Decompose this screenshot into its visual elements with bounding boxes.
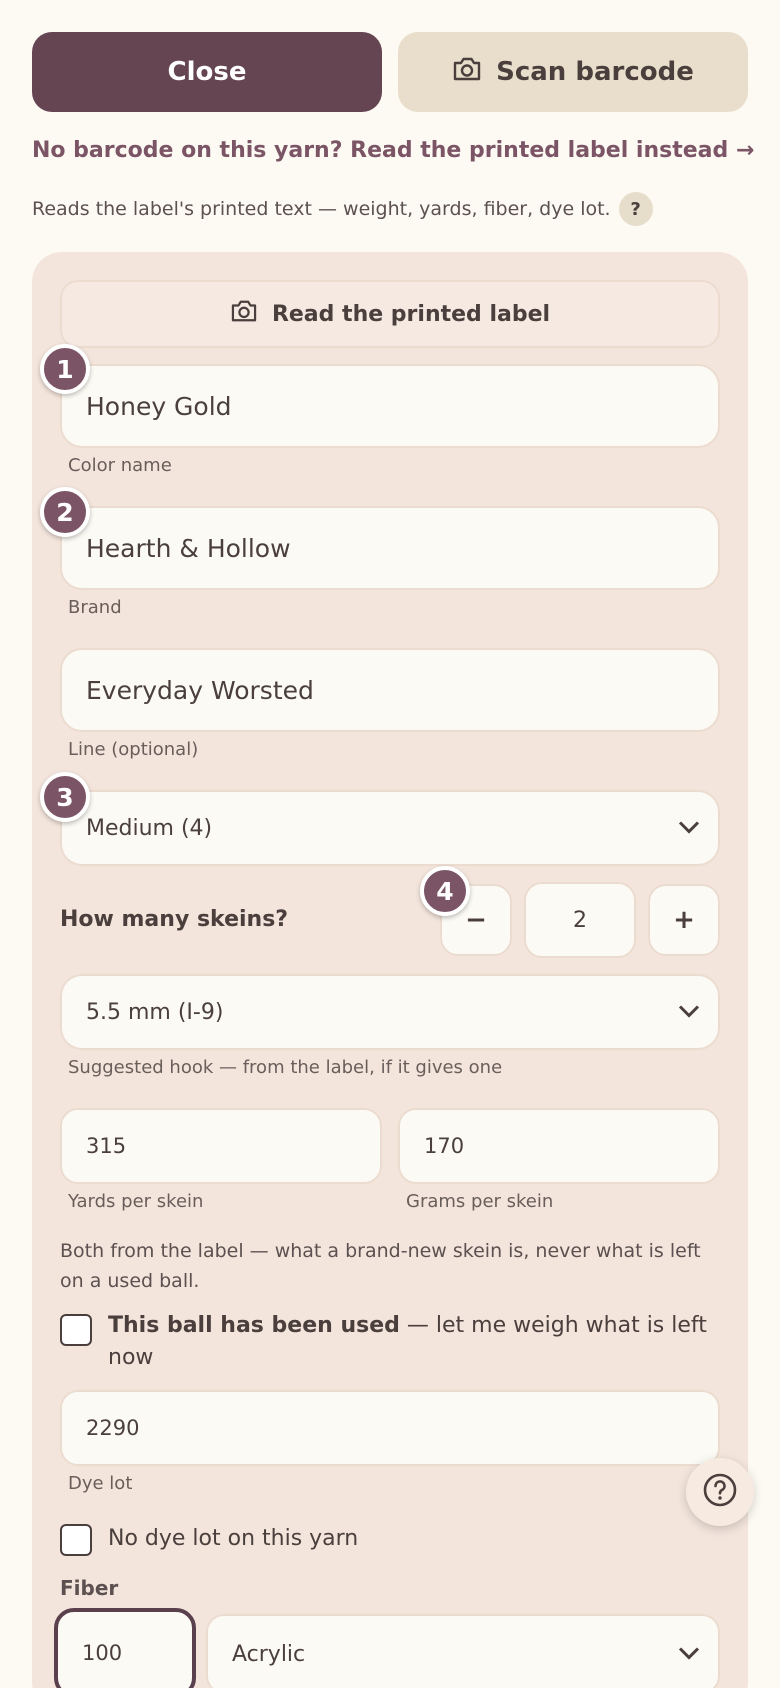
color-name-input[interactable]: Honey Gold (60, 364, 720, 448)
skein-note: Both from the label — what a brand-new s… (60, 1240, 701, 1292)
step-badge-3: 3 (40, 772, 90, 822)
read-label-instead-link[interactable]: No barcode on this yarn? Read the printe… (32, 138, 754, 163)
help-circle-icon (702, 1472, 738, 1512)
hook-caption: Suggested hook — from the label, if it g… (68, 1057, 503, 1078)
skeins-count-input[interactable]: 2 (524, 882, 636, 958)
fiber-percent-input[interactable]: 100 (54, 1608, 196, 1688)
brand-caption: Brand (68, 597, 122, 618)
brand-input[interactable]: Hearth & Hollow (60, 506, 720, 590)
skeins-increment-button[interactable]: + (648, 884, 720, 956)
label-reader-helper: Reads the label's printed text — weight,… (32, 192, 653, 226)
camera-icon (230, 299, 258, 329)
scan-barcode-button[interactable]: Scan barcode (398, 32, 748, 112)
fiber-label: Fiber (60, 1576, 119, 1600)
color-name-caption: Color name (68, 455, 172, 476)
floating-help-button[interactable] (686, 1458, 754, 1526)
dye-lot-caption: Dye lot (68, 1473, 133, 1494)
yards-input[interactable]: 315 (60, 1108, 382, 1184)
close-button[interactable]: Close (32, 32, 382, 112)
no-dye-lot-checkbox[interactable] (60, 1524, 92, 1556)
dye-lot-input[interactable]: 2290 (60, 1390, 720, 1466)
used-ball-label: This ball has been used — let me weigh w… (108, 1313, 707, 1370)
weight-select[interactable]: Medium (4) (60, 790, 720, 866)
help-icon[interactable]: ? (618, 192, 653, 226)
step-badge-4: 4 (420, 866, 470, 916)
read-printed-label-button[interactable]: Read the printed label (60, 280, 720, 348)
step-badge-1: 1 (40, 344, 90, 394)
chevron-down-icon (678, 1642, 700, 1667)
hook-select[interactable]: 5.5 mm (I-9) (60, 974, 720, 1050)
fiber-type-select[interactable]: Acrylic (206, 1614, 720, 1688)
used-ball-checkbox[interactable] (60, 1314, 92, 1346)
line-input[interactable]: Everyday Worsted (60, 648, 720, 732)
chevron-down-icon (678, 1000, 700, 1025)
no-dye-lot-label: No dye lot on this yarn (108, 1526, 359, 1551)
skeins-label: How many skeins? (60, 907, 289, 932)
grams-caption: Grams per skein (406, 1191, 554, 1212)
camera-icon (452, 56, 482, 89)
yards-caption: Yards per skein (68, 1191, 204, 1212)
chevron-down-icon (678, 816, 700, 841)
grams-input[interactable]: 170 (398, 1108, 720, 1184)
line-caption: Line (optional) (68, 739, 199, 760)
step-badge-2: 2 (40, 487, 90, 537)
